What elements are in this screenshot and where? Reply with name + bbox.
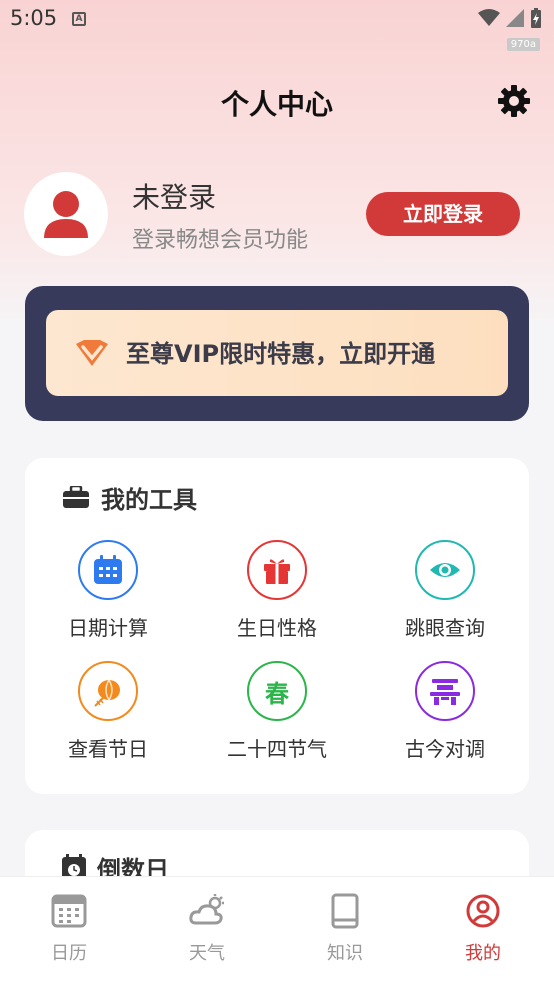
book-icon <box>331 893 359 929</box>
pagoda-icon <box>430 679 460 705</box>
tool-ancient-modern[interactable]: 古今对调 <box>370 661 520 771</box>
profile-name: 未登录 <box>132 181 217 214</box>
tool-birthday[interactable]: 生日性格 <box>202 540 352 650</box>
tool-circle: 春 <box>247 661 307 721</box>
weather-icon <box>189 894 224 925</box>
profile-subtitle: 登录畅想会员功能 <box>132 228 309 253</box>
nav-item-knowledge[interactable]: 知识 <box>276 893 414 973</box>
status-time: 5:05 <box>10 6 58 30</box>
nav-item-mine[interactable]: 我的 <box>414 893 552 973</box>
tool-label: 二十四节气 <box>227 737 327 761</box>
tool-label: 生日性格 <box>237 616 317 640</box>
profile-section: 未登录 登录畅想会员功能 立即登录 <box>24 172 530 258</box>
nav-label: 日历 <box>51 943 87 964</box>
calendar-icon <box>94 555 122 584</box>
gift-icon <box>264 559 290 584</box>
vip-diamond-icon <box>76 340 108 366</box>
tool-circle <box>247 540 307 600</box>
login-button[interactable]: 立即登录 <box>366 192 520 236</box>
header: 个人中心 <box>0 75 554 129</box>
vip-card: 至尊VIP限时特惠，立即开通 <box>25 286 529 421</box>
status-bar: 5:05 A 970a <box>0 0 554 51</box>
status-icons <box>478 8 542 28</box>
notification-a-icon: A <box>72 12 86 26</box>
tool-circle <box>78 661 138 721</box>
tools-title: 我的工具 <box>101 486 197 514</box>
tool-circle <box>415 661 475 721</box>
user-avatar-icon <box>44 191 88 238</box>
vip-banner[interactable]: 至尊VIP限时特惠，立即开通 <box>46 310 508 396</box>
nav-label: 天气 <box>189 943 225 964</box>
lantern-icon <box>94 679 120 707</box>
signal-icon <box>506 9 524 27</box>
briefcase-icon <box>63 486 89 508</box>
tools-card: 我的工具 日期计算 生日性格 跳眼查询 查看节日 春 二十四节气 古今对调 <box>25 458 529 794</box>
eye-icon <box>430 563 460 577</box>
tool-date-calc[interactable]: 日期计算 <box>33 540 183 650</box>
wifi-icon <box>478 9 500 26</box>
page-title: 个人中心 <box>220 88 333 121</box>
tool-label: 日期计算 <box>68 616 148 640</box>
nav-label: 我的 <box>465 943 501 964</box>
tool-label: 古今对调 <box>405 737 485 761</box>
nav-label: 知识 <box>327 943 363 964</box>
settings-gear-icon[interactable] <box>496 83 532 119</box>
tool-solar-terms[interactable]: 春 二十四节气 <box>202 661 352 771</box>
calendar-grid-icon <box>51 894 87 928</box>
build-tag: 970a <box>506 38 540 51</box>
avatar[interactable] <box>24 172 108 256</box>
tool-festival[interactable]: 查看节日 <box>33 661 183 771</box>
nav-item-calendar[interactable]: 日历 <box>0 893 138 973</box>
battery-icon <box>531 8 541 28</box>
tool-label: 跳眼查询 <box>405 616 485 640</box>
nav-item-weather[interactable]: 天气 <box>138 893 276 973</box>
user-circle-icon <box>466 894 500 928</box>
spring-icon: 春 <box>265 679 289 708</box>
tool-eye[interactable]: 跳眼查询 <box>370 540 520 650</box>
vip-text: 至尊VIP限时特惠，立即开通 <box>126 340 436 368</box>
bottom-nav: 日历 天气 知识 我的 <box>0 876 554 984</box>
tool-circle <box>78 540 138 600</box>
tool-circle <box>415 540 475 600</box>
tool-label: 查看节日 <box>68 737 148 761</box>
